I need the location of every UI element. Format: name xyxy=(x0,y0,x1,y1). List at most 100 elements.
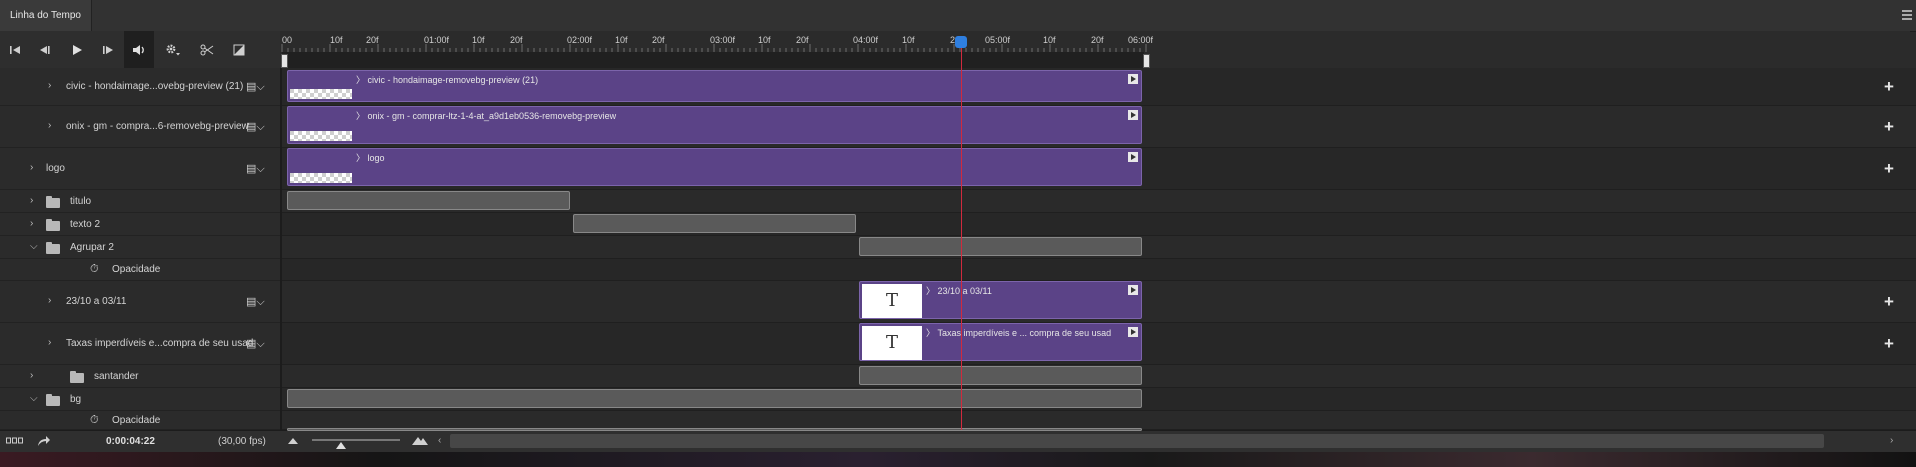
split-button[interactable] xyxy=(192,31,222,68)
audio-button[interactable] xyxy=(124,31,154,68)
clip-label: 〉 onix - gm - comprar-ltz-1-4-at_a9d1eb0… xyxy=(356,111,617,121)
frames-icon xyxy=(6,437,23,444)
group-clip[interactable] xyxy=(573,214,856,233)
transition-button[interactable] xyxy=(224,31,254,68)
add-media-button[interactable]: + xyxy=(1884,292,1894,312)
group-clip[interactable] xyxy=(287,389,1142,408)
panel-menu-icon[interactable] xyxy=(1902,10,1912,20)
expand-chevron-icon[interactable]: › xyxy=(30,162,33,173)
layer-name: 23/10 a 03/11 xyxy=(66,296,127,307)
folder-icon xyxy=(46,218,60,231)
layer-row[interactable]: › titulo xyxy=(0,190,280,213)
track-row[interactable] xyxy=(282,259,1916,281)
clip-label: 〉 Taxas imperdíveis e ... compra de seu … xyxy=(926,328,1112,338)
ruler-label: 20f xyxy=(1091,35,1104,45)
clip-play-icon[interactable] xyxy=(1128,110,1138,120)
layer-row[interactable]: ⏱ Opacidade xyxy=(0,259,280,281)
expand-chevron-icon[interactable]: › xyxy=(48,120,51,131)
expand-chevron-icon[interactable]: › xyxy=(48,337,51,348)
group-clip[interactable] xyxy=(859,366,1142,385)
clip-label: 〉 civic - hondaimage-removebg-preview (2… xyxy=(356,75,539,85)
convert-frames-button[interactable] xyxy=(6,436,24,449)
zoom-out-icon[interactable] xyxy=(288,436,298,447)
group-clip[interactable] xyxy=(287,191,570,210)
first-frame-button[interactable] xyxy=(0,31,30,68)
canvas-preview-strip xyxy=(0,452,1916,467)
video-clip[interactable]: 〉 onix - gm - comprar-ltz-1-4-at_a9d1eb0… xyxy=(287,106,1142,144)
stopwatch-icon[interactable]: ⏱ xyxy=(90,263,99,276)
video-clip[interactable]: T 〉 23/10 a 03/11 xyxy=(859,281,1142,319)
horizontal-scrollbar[interactable] xyxy=(450,434,1824,448)
render-video-button[interactable] xyxy=(37,435,51,450)
scroll-left-icon[interactable]: ‹ xyxy=(438,435,441,446)
video-options-icon[interactable]: ▤⌵ xyxy=(246,295,265,309)
scroll-right-icon[interactable]: › xyxy=(1890,435,1893,446)
ruler-label: 10f xyxy=(758,35,771,45)
ruler-label: 10f xyxy=(472,35,485,45)
expand-chevron-icon[interactable]: › xyxy=(30,195,33,206)
stopwatch-icon[interactable]: ⏱ xyxy=(90,414,99,427)
previous-frame-button[interactable] xyxy=(30,31,60,68)
ruler-label: 10f xyxy=(615,35,628,45)
layer-row[interactable]: › ▤⌵ Taxas imperdíveis e...compra de seu u… xyxy=(0,323,280,365)
ruler-label: 02:00f xyxy=(567,35,593,45)
zoom-slider-thumb[interactable] xyxy=(336,441,346,452)
ruler-label: 20f xyxy=(652,35,665,45)
panel-tab[interactable]: Linha do Tempo xyxy=(0,0,92,31)
video-options-icon[interactable]: ▤⌵ xyxy=(246,162,265,176)
layer-row[interactable]: › ▤⌵ 23/10 a 03/11 xyxy=(0,281,280,323)
folder-icon xyxy=(46,195,60,208)
play-button[interactable] xyxy=(62,31,92,68)
expand-chevron-icon[interactable]: › xyxy=(48,295,51,306)
video-clip[interactable]: 〉 civic - hondaimage-removebg-preview (2… xyxy=(287,70,1142,102)
next-frame-button[interactable] xyxy=(93,31,123,68)
clip-play-icon[interactable] xyxy=(1128,285,1138,295)
work-area-bar[interactable] xyxy=(282,52,1144,68)
folder-icon xyxy=(46,393,60,406)
render-arrow-icon xyxy=(38,436,50,446)
current-timecode[interactable]: 0:00:04:22 xyxy=(106,436,155,447)
video-options-icon[interactable]: ▤⌵ xyxy=(246,80,265,94)
status-bar: 0:00:04:22 (30,00 fps) ‹ › xyxy=(0,430,1916,453)
work-area-start-handle[interactable] xyxy=(281,54,288,68)
ruler-label: 20f xyxy=(366,35,379,45)
collapse-chevron-icon[interactable]: ⌵ xyxy=(30,241,38,252)
layer-row[interactable]: › santander xyxy=(0,365,280,388)
gear-icon xyxy=(166,44,180,55)
layer-row[interactable]: › ▤⌵ civic - hondaimage...ovebg-preview (2… xyxy=(0,68,280,106)
zoom-in-icon[interactable] xyxy=(412,435,428,448)
layer-row[interactable]: › ▤⌵ onix - gm - compra...6-removebg-previ… xyxy=(0,106,280,148)
text-layer-icon: T xyxy=(862,326,922,360)
add-media-button[interactable]: + xyxy=(1884,159,1894,179)
expand-chevron-icon[interactable]: › xyxy=(30,370,33,381)
layer-row[interactable]: ⌵ bg xyxy=(0,388,280,411)
work-area-end-handle[interactable] xyxy=(1143,54,1150,68)
transition-icon xyxy=(233,44,245,55)
expand-chevron-icon[interactable]: › xyxy=(48,80,51,91)
clip-play-icon[interactable] xyxy=(1128,327,1138,337)
zoom-slider-track[interactable] xyxy=(312,439,400,441)
video-clip[interactable]: T 〉 Taxas imperdíveis e ... compra de seu… xyxy=(859,323,1142,361)
settings-button[interactable] xyxy=(158,31,188,68)
collapse-chevron-icon[interactable]: ⌵ xyxy=(30,393,38,404)
clip-play-icon[interactable] xyxy=(1128,152,1138,162)
layer-row[interactable]: ⏱ Opacidade xyxy=(0,411,280,430)
playhead-handle[interactable] xyxy=(955,36,967,48)
layer-row[interactable]: ⌵ Agrupar 2 xyxy=(0,236,280,259)
ruler-label: 20f xyxy=(510,35,523,45)
first-frame-icon xyxy=(10,45,20,54)
ruler-label: 06:00f xyxy=(1128,35,1154,45)
add-media-button[interactable]: + xyxy=(1884,334,1894,354)
layer-row[interactable]: › texto 2 xyxy=(0,213,280,236)
ruler-label: 05:00f xyxy=(985,35,1011,45)
add-media-button[interactable]: + xyxy=(1884,117,1894,137)
add-media-button[interactable]: + xyxy=(1884,77,1894,97)
group-clip[interactable] xyxy=(287,428,1142,431)
layer-row[interactable]: › ▤⌵ logo xyxy=(0,148,280,190)
group-clip[interactable] xyxy=(859,237,1142,256)
clip-thumbnail xyxy=(290,89,352,99)
expand-chevron-icon[interactable]: › xyxy=(30,218,33,229)
clip-play-icon[interactable] xyxy=(1128,74,1138,84)
video-clip[interactable]: 〉 logo xyxy=(287,148,1142,186)
track-row[interactable] xyxy=(282,213,1916,236)
